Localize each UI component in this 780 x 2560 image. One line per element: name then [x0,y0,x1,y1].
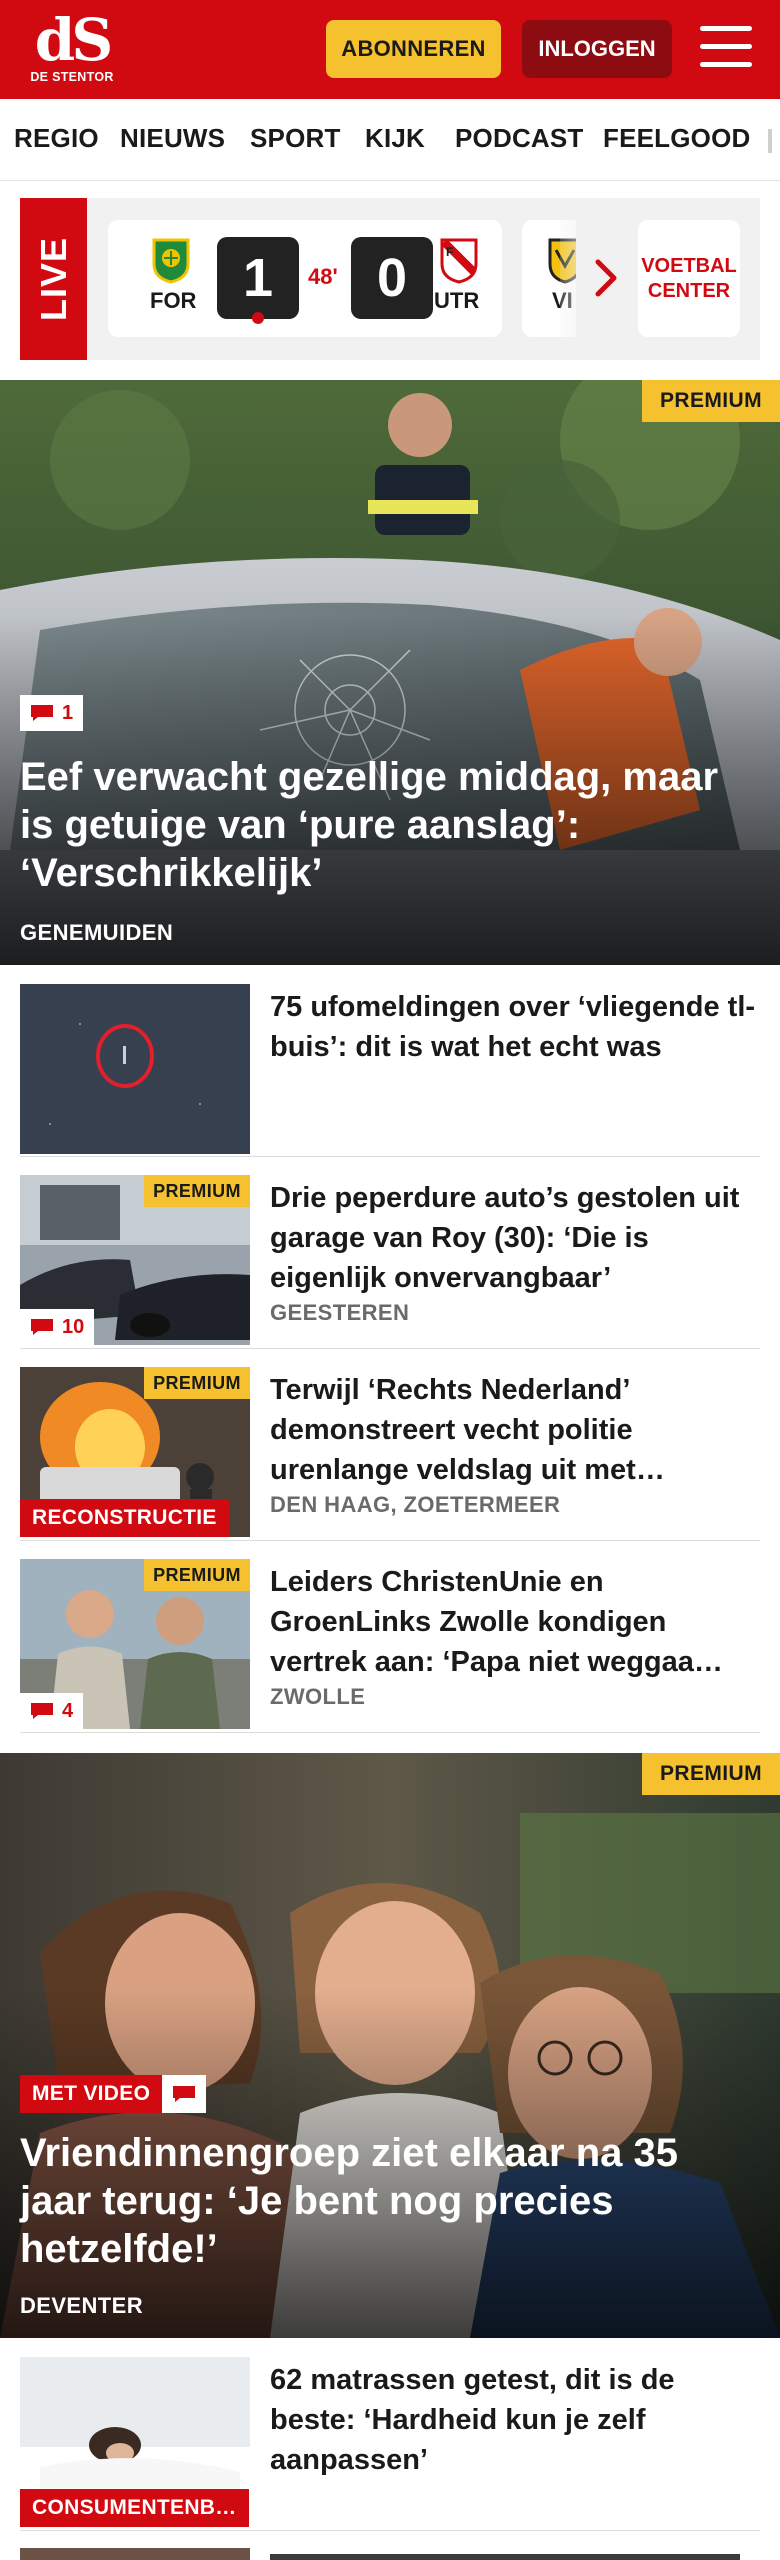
utrecht-crest-icon: F [440,238,478,284]
logo-subtitle: DE STENTOR [30,70,114,84]
premium-badge: PREMIUM [144,1367,250,1399]
next-article-thumbnail-partial [20,2548,250,2560]
article-thumbnail [20,984,250,1154]
bubble-glyph [173,2086,196,2102]
match-card[interactable]: FOR 1 48' 0 F UTR [108,220,502,337]
nav-item-sport[interactable]: SPORT [250,123,341,154]
premium-badge: PREMIUM [144,1559,250,1591]
away-team-code: UTR [434,288,480,313]
live-scores-bar: LIVE FOR 1 48' 0 F UTR VI VOETBAL CENTER [20,198,760,360]
article-thumbnail: PREMIUM 4 [20,1559,250,1729]
article-thumbnail: CONSUMENTENB… [20,2357,250,2527]
comment-count: 10 [62,1315,85,1338]
list-item[interactable]: CONSUMENTENB… 62 matrassen getest, dit i… [20,2340,760,2531]
hero-1-place: GENEMUIDEN [20,920,174,945]
nav-item-podcast[interactable]: PODCAST [455,123,584,154]
comment-count-badge[interactable]: 4 [20,1693,84,1729]
video-badge[interactable]: MET VIDEO [20,2075,207,2113]
svg-text:F: F [446,245,453,259]
list-item[interactable]: PREMIUM 10 Drie peperdure auto’s gestole… [20,1158,760,1349]
comment-bubble-icon [31,1703,53,1719]
premium-badge: PREMIUM [642,380,780,422]
away-score: 0 [351,237,433,319]
article-title[interactable]: Drie peperdure auto’s gestolen uit garag… [270,1178,758,1298]
premium-badge: PREMIUM [144,1175,250,1207]
article-place: ZWOLLE [270,1684,366,1709]
live-tab[interactable]: LIVE [20,198,87,360]
nav-item-kijk[interactable]: KIJK [365,123,425,154]
hero-article-2[interactable]: PREMIUM MET VIDEO Vriendinnengroep ziet … [0,1753,780,2338]
section-nav: REGIO NIEUWS SPORT KIJK PODCAST FEELGOOD [0,99,780,181]
fortuna-crest-icon [152,238,190,284]
logo-mark: dS [34,6,113,74]
login-button[interactable]: INLOGGEN [522,20,672,78]
comment-count-badge[interactable]: 10 [20,1309,95,1345]
article-title[interactable]: Leiders ChristenUnie en GroenLinks Zwoll… [270,1562,758,1682]
nav-overflow-hint [768,129,772,153]
hero-2-title[interactable]: Vriendinnengroep ziet elkaar na 35 jaar … [20,2129,755,2273]
article-place: GEESTEREN [270,1300,410,1325]
article-thumbnail: PREMIUM 10 [20,1175,250,1345]
comment-bubble-icon[interactable] [162,2075,207,2113]
premium-badge: PREMIUM [642,1753,780,1795]
home-score: 1 [217,237,299,319]
video-label: MET VIDEO [20,2075,163,2113]
nav-item-nieuws[interactable]: NIEUWS [120,123,225,154]
hero-2-place: DEVENTER [20,2293,143,2318]
nav-item-regio[interactable]: REGIO [14,123,99,154]
article-place: DEN HAAG, ZOETERMEER [270,1492,561,1517]
ufo-photo [20,984,250,1154]
hamburger-menu-icon[interactable] [700,26,752,70]
article-title[interactable]: Terwijl ‘Rechts Nederland’ demonstreert … [270,1370,758,1490]
live-label: LIVE [32,236,74,322]
site-logo[interactable]: dS DE STENTOR [26,10,118,92]
site-header: dS DE STENTOR ABONNEREN INLOGGEN [0,0,780,99]
next-article-title-partial [270,2546,750,2560]
article-thumbnail: PREMIUM RECONSTRUCTIE [20,1367,250,1537]
chevron-right-icon[interactable] [592,256,620,300]
voetbalcenter-link[interactable]: VOETBAL CENTER [638,220,740,337]
list-item[interactable]: PREMIUM 4 Leiders ChristenUnie en GroenL… [20,1542,760,1733]
list-item[interactable]: PREMIUM RECONSTRUCTIE Terwijl ‘Rechts Ne… [20,1350,760,1541]
subscribe-button[interactable]: ABONNEREN [326,20,501,78]
comment-bubble-icon [31,705,53,721]
scoring-indicator [252,312,264,324]
comment-count: 4 [62,1699,74,1722]
article-title[interactable]: 62 matrassen getest, dit is de beste: ‘H… [270,2360,758,2480]
match-minute: 48' [308,264,338,289]
hero-1-title[interactable]: Eef verwacht gezellige middag, maar is g… [20,753,755,897]
reconstructie-label: RECONSTRUCTIE [20,1499,229,1537]
nav-item-feelgood[interactable]: FEELGOOD [603,123,751,154]
home-team-code: FOR [150,288,197,313]
list-item[interactable]: 75 ufomeldingen over ‘vliegende tl-buis’… [20,967,760,1157]
comment-count-badge[interactable]: 1 [20,695,84,731]
comment-count: 1 [62,701,74,724]
comment-bubble-icon [31,1319,53,1335]
hero-article-1[interactable]: PREMIUM 1 Eef verwacht gezellige middag,… [0,380,780,965]
article-title[interactable]: 75 ufomeldingen over ‘vliegende tl-buis’… [270,987,758,1067]
category-label: CONSUMENTENB… [20,2489,249,2527]
